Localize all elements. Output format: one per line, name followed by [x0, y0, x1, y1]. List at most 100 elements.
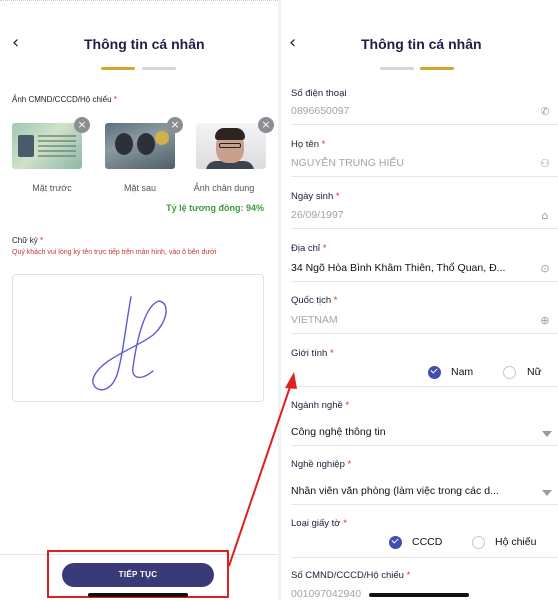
address-label: Địa chỉ * — [291, 243, 326, 254]
fingerprint-right — [137, 133, 155, 155]
industry-label: Ngành nghề * — [291, 400, 349, 411]
top-border — [0, 0, 278, 1]
required-mark: * — [113, 95, 117, 104]
field-underline — [291, 557, 558, 558]
signature-drawing — [92, 296, 167, 391]
remove-back-close-icon[interactable]: × — [167, 117, 183, 133]
required-mark: * — [322, 243, 327, 254]
occupation-label-text: Nghề nghiệp — [291, 459, 345, 470]
step-indicator-1 — [380, 67, 414, 70]
doc-type-cccd-label[interactable]: CCCD — [412, 536, 442, 548]
id-text-lines — [38, 135, 76, 159]
required-mark: * — [406, 570, 411, 581]
required-mark: * — [333, 295, 338, 306]
id-front-image[interactable] — [12, 123, 82, 169]
occupation-select[interactable]: Nhân viên văn phòng (làm việc trong các … — [291, 485, 529, 497]
doc-type-passport-radio[interactable] — [472, 536, 485, 549]
globe-icon: ⊕ — [540, 314, 550, 327]
nationality-label: Quốc tịch * — [291, 295, 337, 306]
id-section-label: Ảnh CMND/CCCD/Hộ chiếu * — [12, 95, 117, 104]
nationality-label-text: Quốc tịch — [291, 295, 332, 306]
back-icon[interactable]: ‹ — [12, 34, 26, 52]
dob-label-text: Ngày sinh — [291, 191, 334, 202]
signature-label-text: Chữ ký — [12, 236, 38, 245]
step-indicator-2 — [420, 67, 454, 70]
cake-icon: ⌂ — [541, 209, 549, 222]
gender-male-label[interactable]: Nam — [451, 366, 473, 378]
home-indicator — [88, 593, 188, 597]
portrait-glasses — [219, 143, 241, 148]
remove-portrait-close-icon[interactable]: × — [258, 117, 274, 133]
doc-type-passport-label[interactable]: Hộ chiếu — [495, 536, 536, 548]
step-indicator-1 — [101, 67, 135, 70]
id-back-image[interactable] — [105, 123, 175, 169]
required-mark: * — [321, 139, 326, 150]
field-underline — [291, 176, 558, 177]
gender-male-radio[interactable] — [428, 366, 441, 379]
name-label-text: Họ tên — [291, 139, 319, 150]
id-number-label-text: Số CMND/CCCD/Hộ chiếu — [291, 570, 404, 581]
field-underline — [291, 124, 558, 125]
chevron-down-icon[interactable] — [542, 431, 552, 437]
required-mark: * — [329, 348, 334, 359]
remove-front-close-icon[interactable]: × — [74, 117, 90, 133]
portrait-hair — [215, 128, 245, 140]
industry-select[interactable]: Công nghệ thông tin — [291, 426, 529, 438]
annotation-highlight-box — [47, 550, 229, 598]
location-pin-icon[interactable]: ⊙ — [538, 262, 552, 276]
signature-label: Chữ ký * — [12, 236, 43, 245]
id-number-label: Số CMND/CCCD/Hộ chiếu * — [291, 570, 410, 581]
phone-field: 0896650097 — [291, 105, 350, 117]
fingerprint-left — [115, 133, 133, 155]
doc-type-cccd-radio[interactable] — [389, 536, 402, 549]
back-caption: Mặt sau — [123, 183, 156, 193]
field-underline — [291, 504, 558, 505]
page-title: Thông tin cá nhân — [84, 36, 205, 52]
id-photo — [18, 135, 34, 157]
field-underline — [291, 281, 558, 282]
name-field: NGUYỄN TRUNG HIẾU — [291, 157, 404, 169]
phone-icon: ✆ — [540, 105, 550, 118]
signature-hint: Quý khách vui lòng ký tên trực tiếp trên… — [12, 249, 217, 256]
page-title: Thông tin cá nhân — [361, 36, 482, 52]
dob-label: Ngày sinh * — [291, 191, 340, 202]
person-icon: ⚇ — [540, 157, 550, 170]
name-label: Họ tên * — [291, 139, 325, 150]
left-screen: ‹ Thông tin cá nhân Ảnh CMND/CCCD/Hộ chi… — [0, 0, 278, 600]
gender-female-label[interactable]: Nữ — [527, 366, 542, 378]
required-mark: * — [345, 400, 350, 411]
required-mark: * — [343, 518, 347, 529]
gender-label: Giới tính * — [291, 348, 334, 359]
similarity-rate: Tỷ lệ tương đồng: 94% — [166, 203, 264, 213]
id-back-card[interactable]: × — [105, 117, 183, 169]
front-caption: Mặt trước — [32, 183, 72, 193]
doc-type-label-text: Loại giấy tờ — [291, 518, 341, 529]
gender-label-text: Giới tính — [291, 348, 328, 359]
industry-label-text: Ngành nghề — [291, 400, 343, 411]
address-label-text: Địa chỉ — [291, 243, 321, 254]
dob-field: 26/09/1997 — [291, 209, 344, 221]
chevron-down-icon[interactable] — [542, 490, 552, 496]
signature-pad[interactable] — [12, 274, 264, 402]
id-front-card[interactable]: × — [12, 117, 90, 169]
field-underline — [291, 228, 558, 229]
portrait-caption: Ảnh chân dung — [193, 183, 255, 193]
gender-female-radio[interactable] — [503, 366, 516, 379]
field-underline — [291, 445, 558, 446]
required-mark: * — [335, 191, 340, 202]
field-underline — [291, 333, 558, 334]
portrait-card[interactable]: × — [196, 117, 274, 169]
required-mark: * — [40, 236, 44, 245]
field-underline — [291, 386, 558, 387]
home-indicator — [369, 593, 469, 597]
address-input[interactable]: 34 Ngõ Hòa Bình Khâm Thiên, Thổ Quan, Đ.… — [291, 262, 529, 274]
id-section-label-text: Ảnh CMND/CCCD/Hộ chiếu — [12, 95, 112, 104]
back-icon[interactable]: ‹ — [289, 34, 303, 52]
portrait-image[interactable] — [196, 123, 266, 169]
required-mark: * — [347, 459, 352, 470]
nationality-field: VIETNAM — [291, 314, 338, 326]
doc-type-label: Loại giấy tờ * — [291, 518, 347, 529]
step-indicator-2 — [142, 67, 176, 70]
emblem-icon — [155, 131, 169, 145]
occupation-label: Nghề nghiệp * — [291, 459, 351, 470]
